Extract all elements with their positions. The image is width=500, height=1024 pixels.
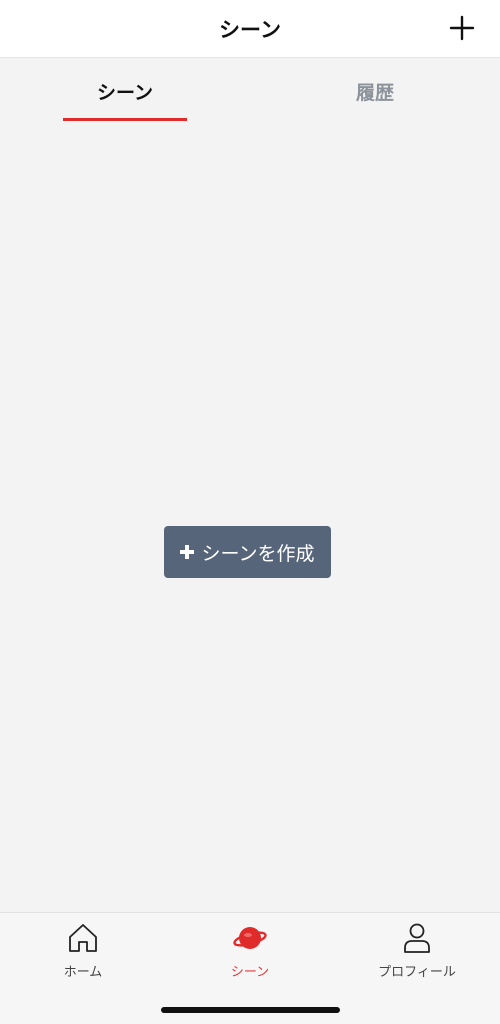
page-title: シーン [219, 18, 281, 42]
tab-history-label: 履歴 [355, 82, 394, 104]
tab-bar-top: シーン 履歴 [0, 58, 500, 122]
scenes-screen: シーン シーン 履歴 シーンを作成 ホーム シーン プロフィール [0, 0, 500, 1024]
tab-scenes-label: シーン [96, 82, 154, 104]
active-tab-indicator [63, 118, 187, 121]
home-indicator[interactable] [161, 1007, 340, 1013]
create-scene-label: シーンを作成 [201, 542, 315, 565]
home-icon [69, 924, 97, 952]
create-scene-button[interactable]: シーンを作成 [164, 526, 331, 578]
tabbar-label-scenes: シーン [230, 965, 270, 980]
tabbar-label-profile: プロフィール [378, 965, 456, 980]
tabbar-item-scenes[interactable]: シーン [167, 921, 333, 985]
tabbar-label-home: ホーム [63, 965, 103, 980]
person-icon [404, 923, 430, 953]
tab-history[interactable]: 履歴 [250, 58, 500, 122]
tab-scenes[interactable]: シーン [0, 58, 250, 122]
tabbar-item-profile[interactable]: プロフィール [334, 921, 500, 985]
plus-icon [180, 545, 195, 559]
header-bar: シーン [0, 0, 500, 58]
planet-icon [233, 927, 267, 949]
add-scene-button[interactable] [448, 14, 476, 42]
tabbar-item-home[interactable]: ホーム [0, 921, 166, 985]
plus-icon [449, 15, 475, 41]
